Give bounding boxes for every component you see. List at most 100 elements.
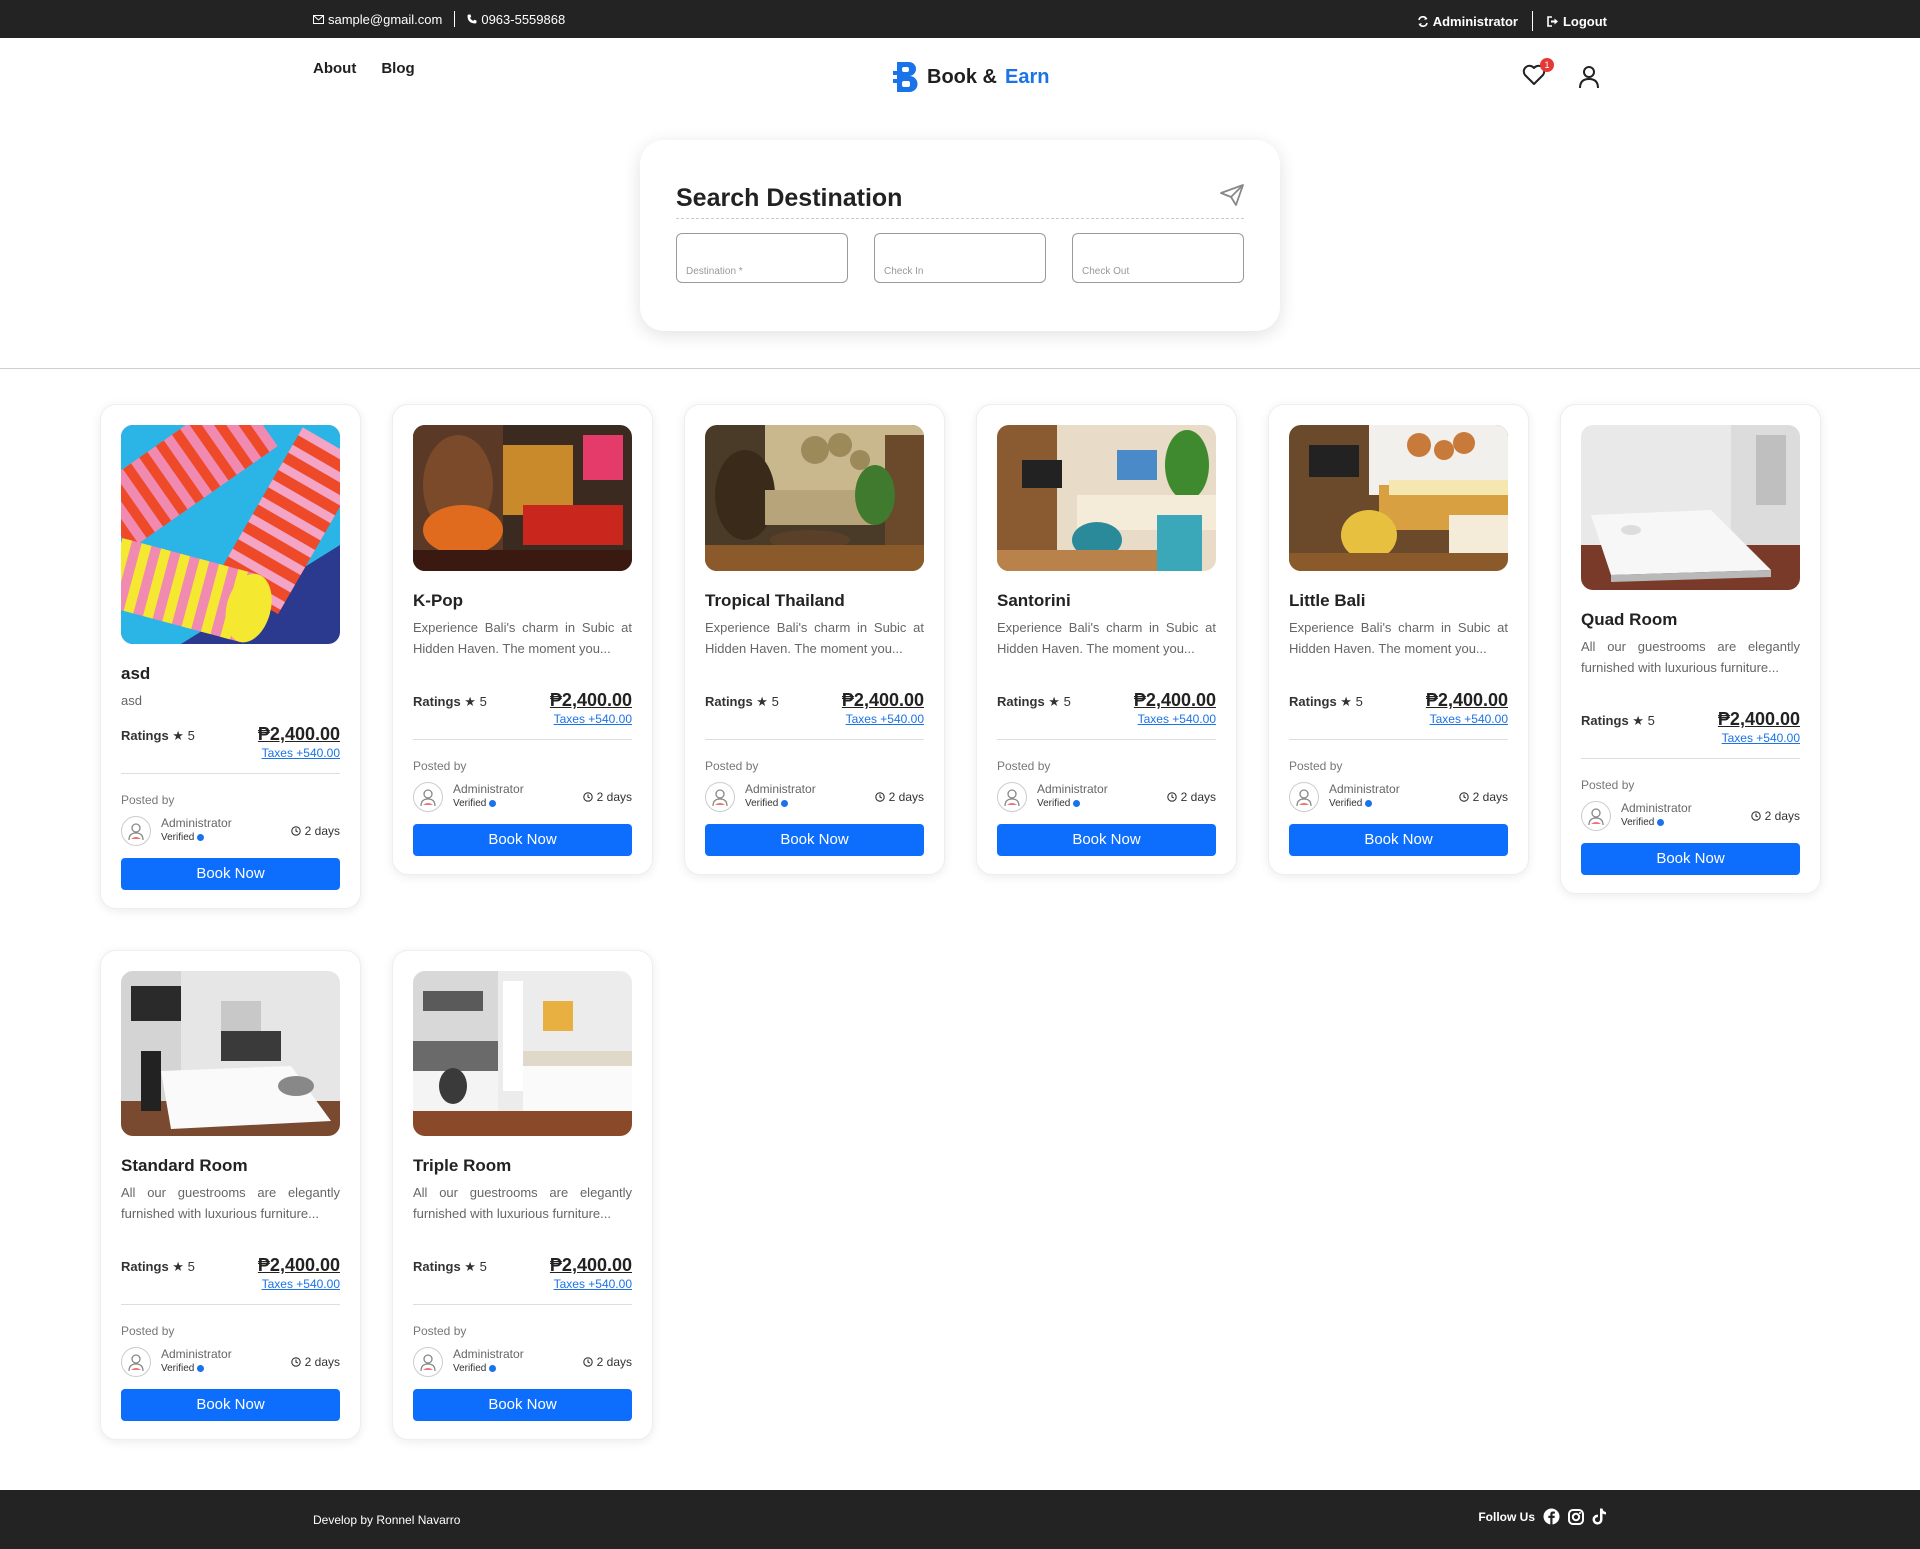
site-footer: Develop by Ronnel Navarro Follow Us [0, 1490, 1920, 1549]
listing-title[interactable]: Triple Room [413, 1156, 511, 1176]
listing-title[interactable]: Standard Room [121, 1156, 248, 1176]
posted-time: 2 days [582, 1355, 632, 1369]
author-block: Administrator Verified 2 days [997, 782, 1216, 812]
book-now-button[interactable]: Book Now [1289, 824, 1508, 856]
book-now-button[interactable]: Book Now [121, 858, 340, 890]
email-contact[interactable]: sample@gmail.com [313, 12, 442, 27]
price[interactable]: ₱2,400.00 [1718, 709, 1800, 730]
verified-dot-icon [489, 1365, 497, 1372]
book-now-button[interactable]: Book Now [997, 824, 1216, 856]
taxes-link[interactable]: Taxes +540.00 [262, 746, 340, 760]
clock-icon [1458, 792, 1469, 802]
posted-by-label: Posted by [413, 1324, 467, 1338]
price[interactable]: ₱2,400.00 [550, 1255, 632, 1276]
listing-image[interactable] [705, 425, 924, 571]
main-nav: About Blog [313, 60, 415, 77]
book-now-button[interactable]: Book Now [413, 1389, 632, 1421]
taxes-link[interactable]: Taxes +540.00 [554, 1277, 632, 1291]
price[interactable]: ₱2,400.00 [550, 690, 632, 711]
logout-link[interactable]: Logout [1547, 14, 1607, 29]
destination-label: Destination * [686, 266, 743, 277]
ratings: Ratings ★ 5 [705, 694, 779, 710]
avatar [705, 782, 735, 812]
listing-image[interactable] [121, 971, 340, 1136]
listing-image[interactable] [1581, 425, 1800, 590]
listing-title[interactable]: Quad Room [1581, 610, 1677, 630]
nav-about-link[interactable]: About [313, 60, 356, 77]
site-logo[interactable]: Book & Earn [893, 62, 1049, 92]
logout-icon [1547, 15, 1559, 27]
facebook-icon[interactable] [1543, 1508, 1560, 1525]
logo-text-earn: Earn [1005, 65, 1050, 88]
switch-account-link[interactable]: Administrator [1417, 14, 1518, 29]
verified-badge: Verified [161, 1363, 205, 1374]
book-now-button[interactable]: Book Now [121, 1389, 340, 1421]
book-now-button[interactable]: Book Now [413, 824, 632, 856]
send-icon[interactable] [1220, 184, 1244, 206]
verified-label: Verified [161, 832, 195, 843]
price[interactable]: ₱2,400.00 [1134, 690, 1216, 711]
divider [454, 11, 456, 27]
logo-mark-icon [893, 62, 919, 92]
mail-icon [313, 14, 324, 24]
listing-description: asd [121, 693, 142, 708]
taxes-link[interactable]: Taxes +540.00 [554, 712, 632, 726]
card-divider [121, 773, 340, 774]
phone-contact[interactable]: 0963-5559868 [467, 12, 565, 27]
avatar [121, 1347, 151, 1377]
check-in-label: Check In [884, 266, 924, 277]
book-now-button[interactable]: Book Now [1581, 843, 1800, 875]
verified-badge: Verified [453, 798, 497, 809]
verified-dot-icon [489, 800, 497, 807]
verified-badge: Verified [161, 832, 205, 843]
verified-dot-icon [197, 834, 205, 841]
instagram-icon[interactable] [1568, 1508, 1584, 1525]
card-divider [413, 739, 632, 740]
destination-field[interactable]: Destination * [676, 233, 848, 283]
check-in-field[interactable]: Check In [874, 233, 1046, 283]
time-text: 2 days [304, 824, 340, 838]
listing-card: K-Pop Experience Bali's charm in Subic a… [392, 404, 653, 875]
price[interactable]: ₱2,400.00 [258, 724, 340, 745]
verified-label: Verified [161, 1363, 195, 1374]
card-divider [705, 739, 924, 740]
listing-title[interactable]: K-Pop [413, 591, 463, 611]
check-out-field[interactable]: Check Out [1072, 233, 1244, 283]
taxes-link[interactable]: Taxes +540.00 [1138, 712, 1216, 726]
listing-image[interactable] [1289, 425, 1508, 571]
taxes-link[interactable]: Taxes +540.00 [846, 712, 924, 726]
rating-value: 5 [1647, 713, 1655, 728]
listing-title[interactable]: Little Bali [1289, 591, 1366, 611]
wishlist-button[interactable]: 1 [1522, 58, 1554, 90]
author-name: Administrator [453, 782, 524, 796]
taxes-link[interactable]: Taxes +540.00 [262, 1277, 340, 1291]
clock-icon [582, 792, 593, 802]
price[interactable]: ₱2,400.00 [842, 690, 924, 711]
rating-value: 5 [187, 728, 195, 743]
listing-image[interactable] [121, 425, 340, 644]
price[interactable]: ₱2,400.00 [1426, 690, 1508, 711]
listing-description: Experience Bali's charm in Subic at Hidd… [1289, 620, 1508, 656]
top-bar: sample@gmail.com 0963-5559868 Administra… [0, 0, 1920, 38]
taxes-link[interactable]: Taxes +540.00 [1430, 712, 1508, 726]
listing-card: Quad Room All our guestrooms are elegant… [1560, 404, 1821, 894]
user-icon[interactable] [1578, 65, 1600, 89]
tiktok-icon[interactable] [1592, 1508, 1607, 1525]
listing-image[interactable] [997, 425, 1216, 571]
price[interactable]: ₱2,400.00 [258, 1255, 340, 1276]
taxes-link[interactable]: Taxes +540.00 [1722, 731, 1800, 745]
listing-title[interactable]: asd [121, 664, 150, 684]
ratings-label: Ratings [1581, 713, 1629, 728]
verified-badge: Verified [453, 1363, 497, 1374]
nav-blog-link[interactable]: Blog [381, 60, 414, 77]
book-now-button[interactable]: Book Now [705, 824, 924, 856]
listing-image[interactable] [413, 971, 632, 1136]
clock-icon [582, 1357, 593, 1367]
listing-title[interactable]: Santorini [997, 591, 1071, 611]
listing-title[interactable]: Tropical Thailand [705, 591, 845, 611]
star-icon: ★ [464, 694, 476, 709]
verified-badge: Verified [1037, 798, 1081, 809]
star-icon: ★ [172, 728, 184, 743]
listing-image[interactable] [413, 425, 632, 571]
verified-dot-icon [197, 1365, 205, 1372]
